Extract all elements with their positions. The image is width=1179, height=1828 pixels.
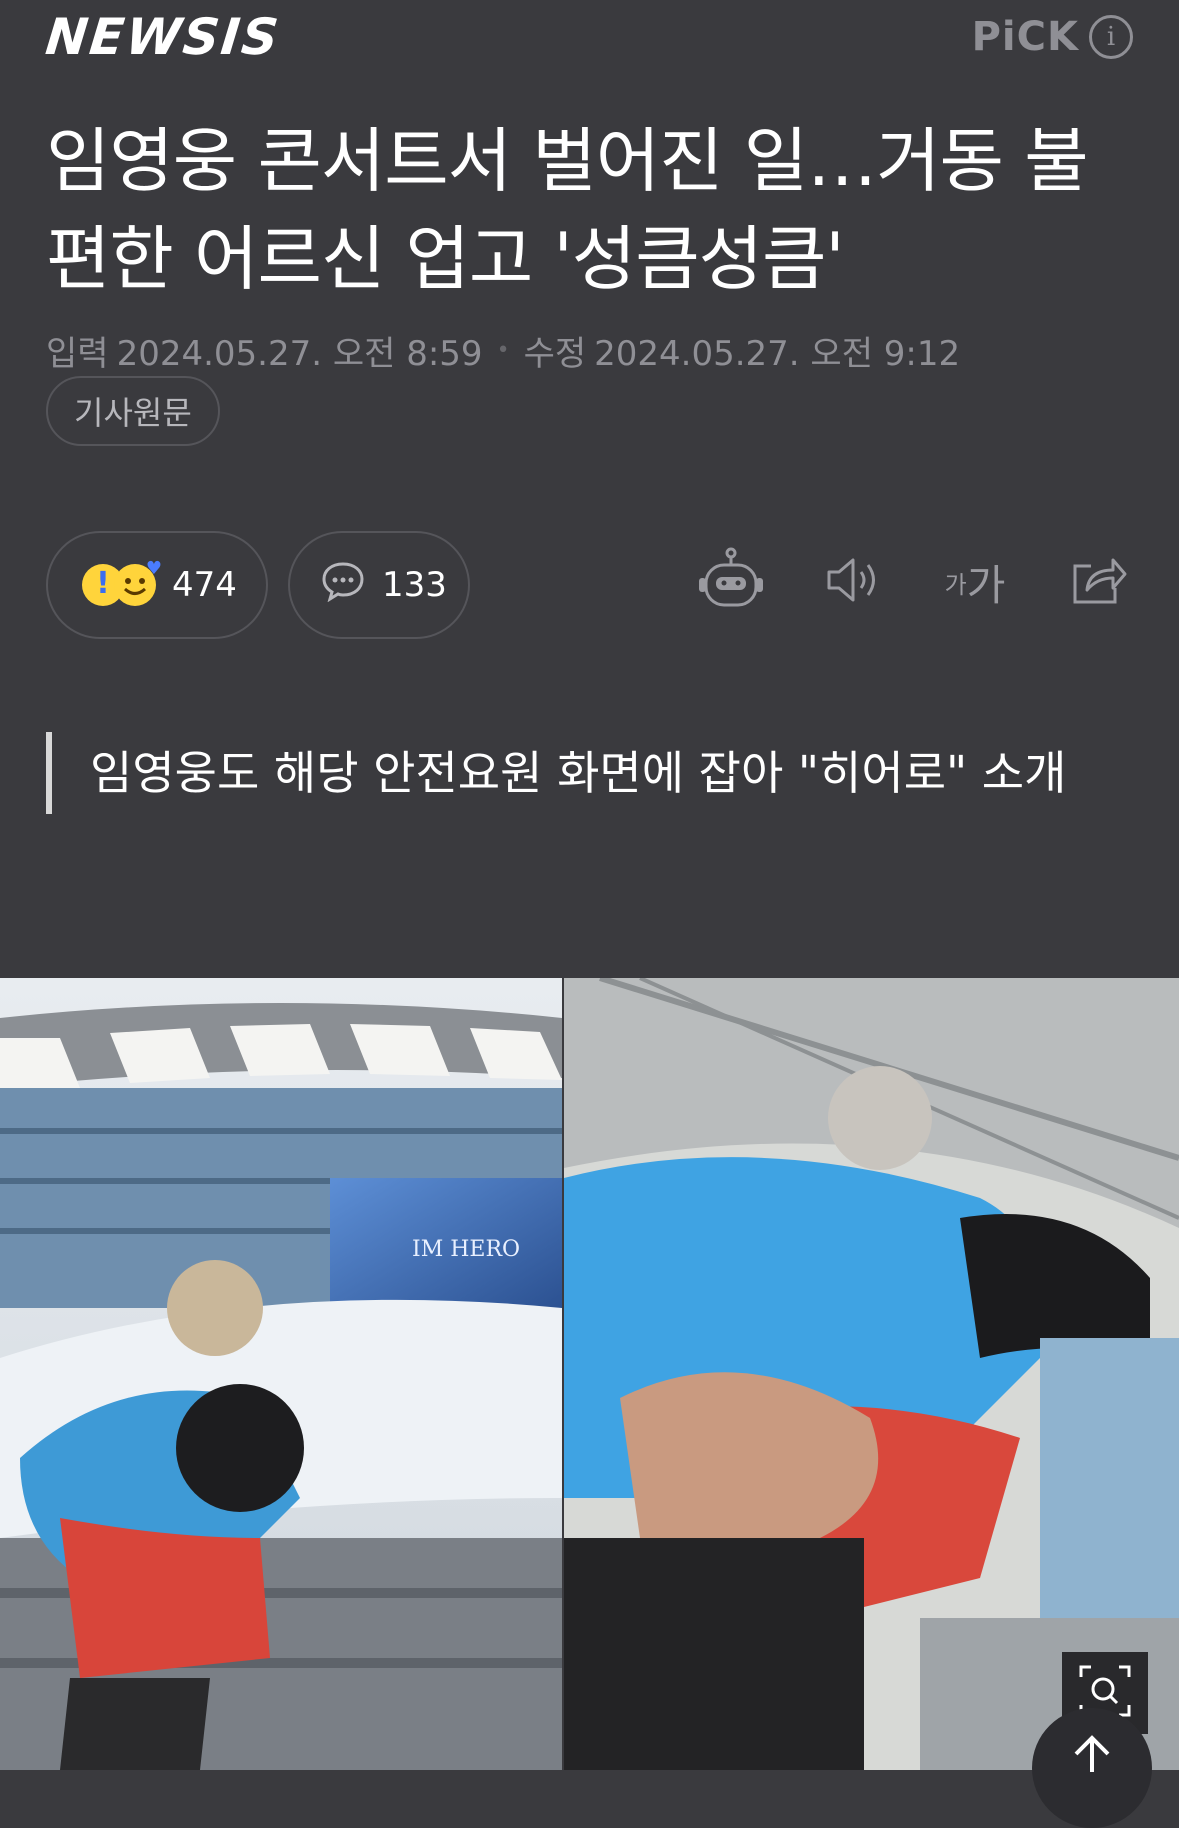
arrow-up-icon — [1070, 1732, 1114, 1828]
article-timestamps: 입력 2024.05.27. 오전 8:59 • 수정 2024.05.27. … — [46, 326, 960, 375]
newsis-logo[interactable]: NEWSIS — [43, 8, 283, 66]
smile-emoji-icon: ♥ — [114, 558, 162, 606]
share-button[interactable] — [1061, 546, 1133, 618]
scroll-to-top-button[interactable] — [1032, 1708, 1152, 1828]
reaction-count: 474 — [172, 565, 237, 605]
input-time: 2024.05.27. 오전 8:59 — [116, 334, 483, 374]
reaction-button[interactable]: ♥ 474 — [46, 531, 268, 639]
comment-count: 133 — [382, 565, 447, 605]
comment-button[interactable]: 133 — [288, 531, 470, 639]
ai-summary-button[interactable] — [695, 546, 767, 618]
read-aloud-button[interactable] — [817, 546, 889, 618]
original-article-button[interactable]: 기사원문 — [46, 376, 220, 446]
article-summary: 임영웅도 해당 안전요원 화면에 잡아 "히어로" 소개 — [46, 732, 1136, 814]
input-label: 입력 — [46, 334, 109, 374]
modified-label: 수정 — [523, 334, 587, 374]
font-size-button[interactable]: 가가 — [939, 546, 1011, 618]
speaker-icon — [823, 553, 883, 611]
top-bar: NEWSIS PiCK i — [0, 0, 1179, 90]
screen-text: IM HERO — [412, 1237, 520, 1262]
article-toolbar: 가가 — [695, 546, 1133, 618]
heart-icon: ♥ — [145, 558, 162, 579]
modified-time: 2024.05.27. 오전 9:12 — [594, 334, 961, 374]
font-large-glyph: 가 — [966, 560, 1006, 610]
article-headline: 임영웅 콘서트서 벌어진 일…거동 불편한 어르신 업고 '성큼성큼' — [46, 120, 1089, 300]
pick-badge[interactable]: PiCK i — [972, 14, 1133, 60]
summary-text: 임영웅도 해당 안전요원 화면에 잡아 "히어로" 소개 — [90, 746, 1067, 800]
stadium-photo-image: IM HERO — [0, 978, 1179, 1770]
robot-icon — [696, 547, 766, 617]
article-photo[interactable]: IM HERO — [0, 978, 1179, 1770]
comment-icon — [320, 560, 366, 611]
font-small-glyph: 가 — [944, 570, 967, 599]
share-icon — [1067, 552, 1127, 612]
pick-label: PiCK — [971, 14, 1079, 60]
meta-separator: • — [496, 338, 510, 363]
info-icon[interactable]: i — [1089, 15, 1133, 59]
